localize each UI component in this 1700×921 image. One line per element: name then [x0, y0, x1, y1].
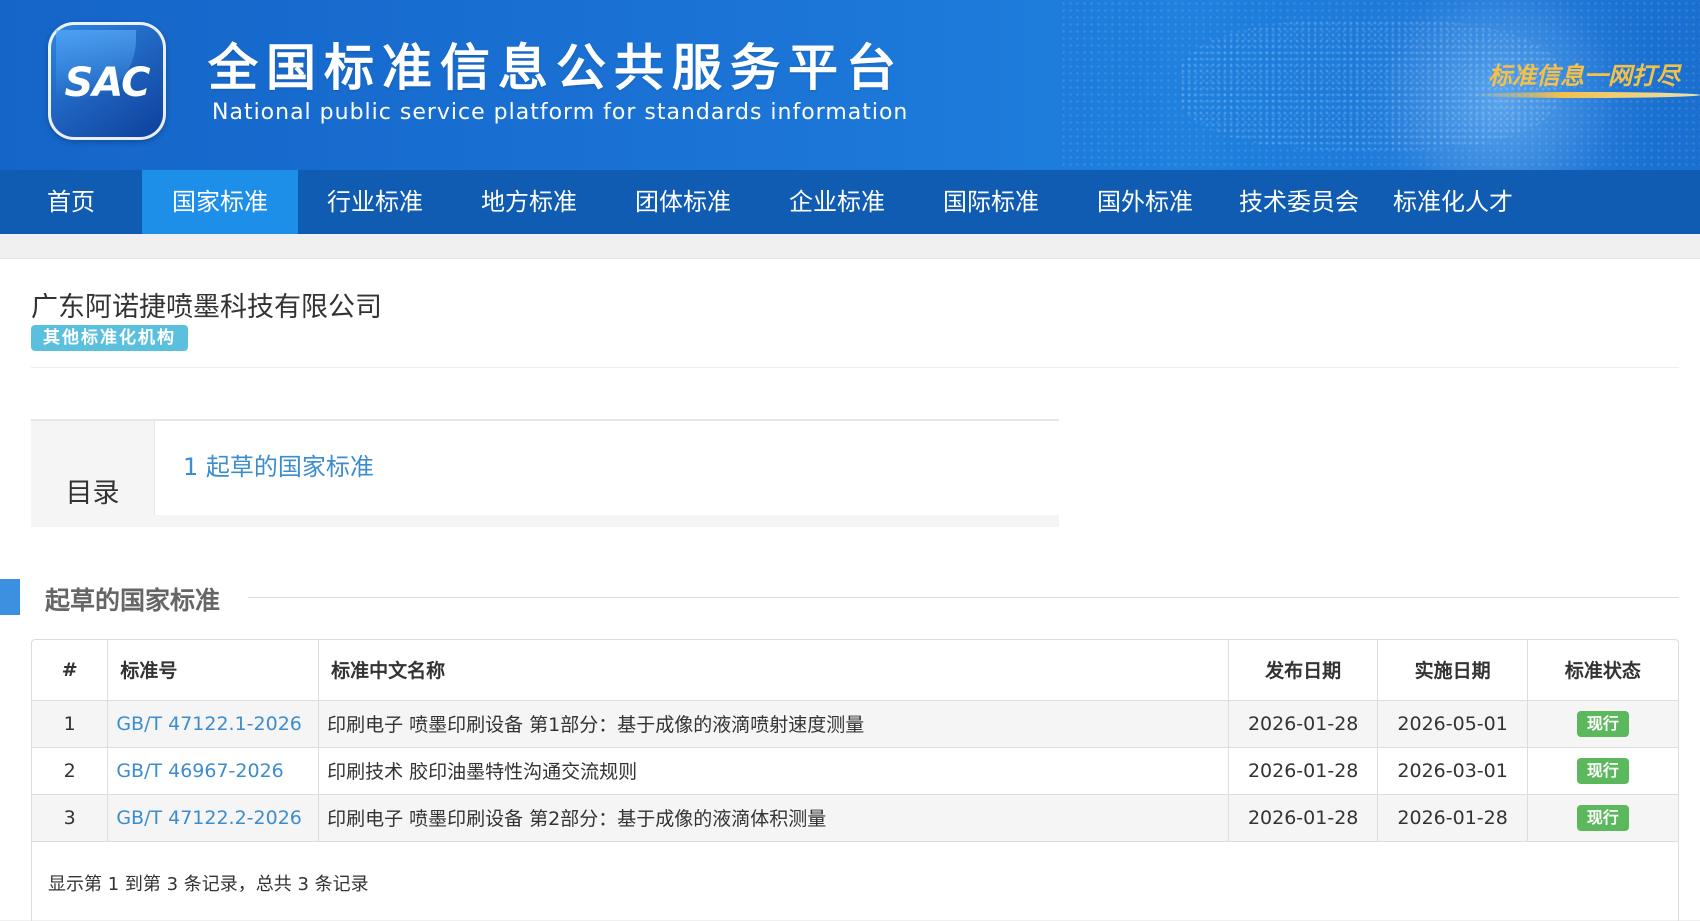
section-title: 起草的国家标准 [45, 586, 221, 615]
nav-item-enterprise-standards[interactable]: 企业标准 [760, 170, 914, 234]
section-divider [248, 597, 1679, 598]
section-header: 起草的国家标准 [0, 577, 1700, 617]
table-row: 1 GB/T 47122.1-2026 印刷电子 喷墨印刷设备 第1部分：基于成… [32, 700, 1678, 748]
site-title: 全国标准信息公共服务平台 [208, 39, 904, 97]
row-effective-date: 2026-01-28 [1377, 794, 1528, 842]
content-card: 广东阿诺捷喷墨科技有限公司 其他标准化机构 目录 1 起草的国家标准 起草的国家… [0, 258, 1700, 921]
slogan: 标准信息一网打尽 [1488, 61, 1680, 90]
row-index: 3 [32, 794, 109, 842]
main-nav: 首页 国家标准 行业标准 地方标准 团体标准 企业标准 国际标准 国外标准 技术… [0, 170, 1700, 234]
site-subtitle: National public service platform for sta… [212, 100, 909, 125]
col-header-code[interactable]: 标准号 [107, 640, 320, 701]
row-publish-date: 2026-01-28 [1228, 794, 1379, 842]
nav-item-local-standards[interactable]: 地方标准 [452, 170, 606, 234]
row-status-cell: 现行 [1527, 747, 1678, 795]
col-header-name[interactable]: 标准中文名称 [318, 640, 1229, 701]
row-publish-date: 2026-01-28 [1228, 747, 1379, 795]
standards-table-container: # 标准号 标准中文名称 发布日期 实施日期 标准状态 1 GB/T 47122… [31, 639, 1679, 921]
table-of-contents: 目录 1 起草的国家标准 [31, 419, 1059, 527]
row-name: 印刷电子 喷墨印刷设备 第1部分：基于成像的液滴喷射速度测量 [318, 700, 1229, 748]
col-header-effective-date[interactable]: 实施日期 [1377, 640, 1528, 701]
divider [31, 367, 1679, 368]
table-row: 3 GB/T 47122.2-2026 印刷电子 喷墨印刷设备 第2部分：基于成… [32, 794, 1678, 842]
nav-item-international-standards[interactable]: 国际标准 [914, 170, 1068, 234]
slogan-underline [1470, 92, 1700, 98]
row-status-cell: 现行 [1527, 700, 1678, 748]
row-name: 印刷技术 胶印油墨特性沟通交流规则 [318, 747, 1229, 795]
status-badge: 现行 [1576, 757, 1629, 784]
standard-code-link[interactable]: GB/T 47122.1-2026 [116, 713, 302, 735]
row-effective-date: 2026-03-01 [1377, 747, 1528, 795]
row-name: 印刷电子 喷墨印刷设备 第2部分：基于成像的液滴体积测量 [318, 794, 1229, 842]
standard-code-link[interactable]: GB/T 46967-2026 [116, 760, 283, 782]
nav-item-national-standards[interactable]: 国家标准 [142, 170, 298, 234]
status-badge: 现行 [1576, 710, 1629, 737]
row-code-cell: GB/T 47122.2-2026 [107, 794, 320, 842]
row-effective-date: 2026-05-01 [1377, 700, 1528, 748]
status-badge: 现行 [1576, 804, 1629, 831]
toc-footer-strip [31, 515, 1059, 527]
row-publish-date: 2026-01-28 [1228, 700, 1379, 748]
col-header-publish-date[interactable]: 发布日期 [1228, 640, 1379, 701]
toc-label: 目录 [31, 421, 155, 515]
nav-item-home[interactable]: 首页 [0, 170, 142, 234]
row-index: 2 [32, 747, 109, 795]
nav-item-technical-committee[interactable]: 技术委员会 [1222, 170, 1376, 234]
nav-item-standardization-talent[interactable]: 标准化人才 [1376, 170, 1530, 234]
row-index: 1 [32, 700, 109, 748]
row-status-cell: 现行 [1527, 794, 1678, 842]
site-header: SAC 全国标准信息公共服务平台 National public service… [0, 0, 1700, 170]
nav-item-industry-standards[interactable]: 行业标准 [298, 170, 452, 234]
pagination-info: 显示第 1 到第 3 条记录，总共 3 条记录 [48, 874, 369, 895]
table-header-row: # 标准号 标准中文名称 发布日期 实施日期 标准状态 [32, 640, 1678, 701]
col-header-status[interactable]: 标准状态 [1527, 640, 1678, 701]
logo-text: SAC [64, 60, 151, 106]
toc-link-drafted-national-standards[interactable]: 1 起草的国家标准 [183, 447, 374, 482]
section-accent-bar [0, 579, 20, 615]
row-code-cell: GB/T 46967-2026 [107, 747, 320, 795]
col-header-index[interactable]: # [32, 640, 109, 701]
nav-item-foreign-standards[interactable]: 国外标准 [1068, 170, 1222, 234]
standard-code-link[interactable]: GB/T 47122.2-2026 [116, 807, 302, 829]
sac-logo[interactable]: SAC [48, 22, 166, 140]
row-code-cell: GB/T 47122.1-2026 [107, 700, 320, 748]
nav-item-group-standards[interactable]: 团体标准 [606, 170, 760, 234]
org-type-badge: 其他标准化机构 [31, 325, 188, 351]
standards-table: # 标准号 标准中文名称 发布日期 实施日期 标准状态 1 GB/T 47122… [32, 640, 1678, 842]
table-row: 2 GB/T 46967-2026 印刷技术 胶印油墨特性沟通交流规则 2026… [32, 747, 1678, 795]
org-name: 广东阿诺捷喷墨科技有限公司 [31, 292, 382, 323]
